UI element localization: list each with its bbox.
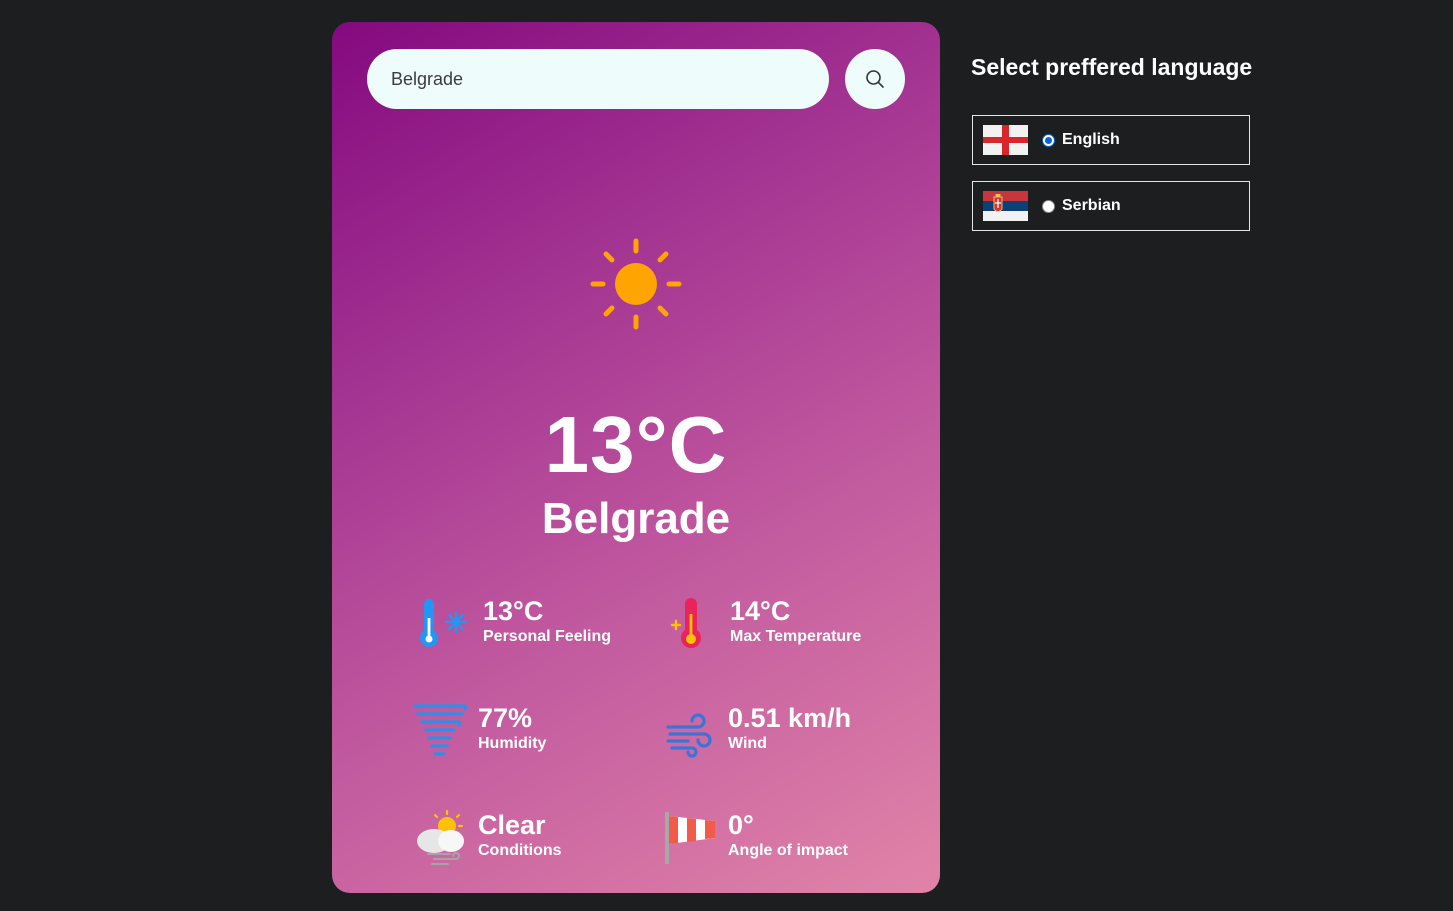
feels-like-label: Personal Feeling <box>483 628 612 645</box>
thermometer-cold-icon <box>420 599 468 647</box>
stat-wind-angle: 0° Angle of impact <box>664 810 894 870</box>
stat-conditions: Clear Conditions <box>414 810 624 870</box>
language-option-serbian[interactable]: Serbian <box>972 181 1250 231</box>
language-title: Select preffered language <box>971 54 1253 80</box>
stat-wind: 0.51 km/h Wind <box>666 703 906 763</box>
serbia-flag-icon <box>983 191 1028 221</box>
wind-label: Wind <box>728 735 767 752</box>
max-temperature-label: Max Temperature <box>730 628 862 645</box>
english-label: English <box>1062 131 1120 148</box>
stat-max-temperature: 14°C Max Temperature <box>668 596 898 656</box>
search-icon <box>866 70 884 88</box>
wind-angle-label: Angle of impact <box>728 842 849 859</box>
search-button[interactable] <box>845 49 905 109</box>
humidity-icon <box>413 704 468 756</box>
serbian-label: Serbian <box>1062 197 1121 214</box>
humidity-label: Humidity <box>478 735 547 752</box>
search-input[interactable] <box>367 49 829 109</box>
wind-angle-value: 0° <box>728 810 754 840</box>
serbian-radio[interactable] <box>1042 200 1055 213</box>
page: 13°C Belgrade 13°C Personal Feeling <box>0 0 1453 911</box>
city-name: Belgrade <box>541 494 731 543</box>
weather-card: 13°C Belgrade 13°C Personal Feeling <box>332 22 940 893</box>
windsock-icon <box>665 812 715 864</box>
feels-like-value: 13°C <box>483 596 544 626</box>
wind-icon <box>666 713 712 758</box>
english-radio[interactable] <box>1042 134 1055 147</box>
stat-feels-like: 13°C Personal Feeling <box>416 596 626 656</box>
stat-humidity: 77% Humidity <box>412 703 622 763</box>
conditions-value: Clear <box>478 810 546 840</box>
max-temperature-value: 14°C <box>730 596 791 626</box>
language-option-english[interactable]: English <box>972 115 1250 165</box>
wind-value: 0.51 km/h <box>728 703 852 733</box>
thermometer-hot-icon <box>670 598 701 648</box>
conditions-label: Conditions <box>478 842 562 859</box>
humidity-value: 77% <box>478 703 533 733</box>
england-flag-icon <box>983 125 1028 155</box>
current-temperature: 13°C <box>544 400 728 489</box>
partly-cloudy-icon <box>417 810 464 865</box>
sun-icon <box>590 238 682 330</box>
